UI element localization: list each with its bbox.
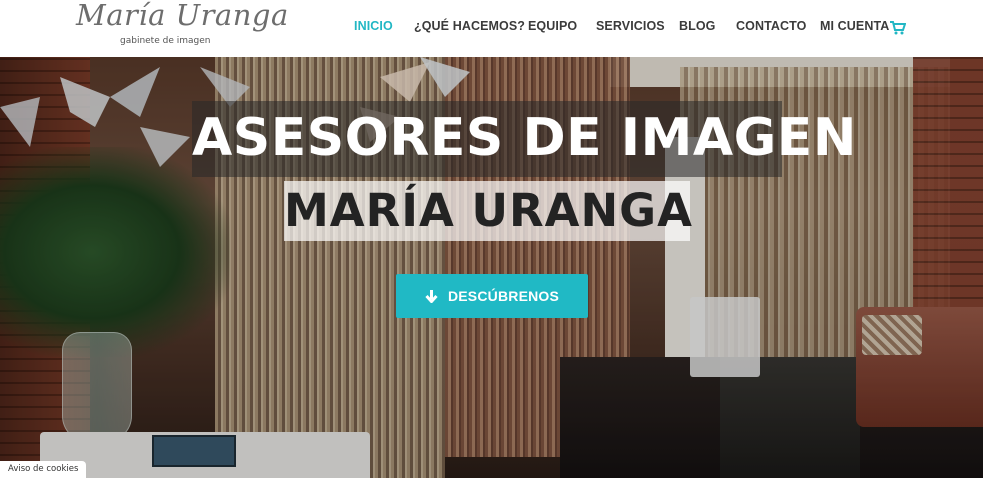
nav-item-contacto[interactable]: CONTACTO xyxy=(736,19,806,33)
nav-item-servicios[interactable]: SERVICIOS xyxy=(596,19,665,33)
nav-item-que-hacemos[interactable]: ¿QUÉ HACEMOS? xyxy=(414,19,525,33)
logo-wordmark: María Uranga xyxy=(76,0,289,32)
hero-title-line2: MARÍA URANGA xyxy=(284,184,693,237)
discover-button-label: DESCÚBRENOS xyxy=(447,288,560,304)
site-header: María Uranga gabinete de imagen INICIO ¿… xyxy=(0,0,983,57)
site-logo[interactable]: María Uranga gabinete de imagen xyxy=(76,0,288,55)
shopping-cart-icon[interactable] xyxy=(890,21,906,35)
hero-title-line1: ASESORES DE IMAGEN xyxy=(192,108,857,168)
nav-item-mi-cuenta[interactable]: MI CUENTA xyxy=(820,19,889,33)
hero-banner: ASESORES DE IMAGEN MARÍA URANGA DESCÚBRE… xyxy=(0,57,983,478)
nav-item-inicio[interactable]: INICIO xyxy=(354,19,393,33)
nav-item-equipo[interactable]: EQUIPO xyxy=(528,19,577,33)
discover-button[interactable]: DESCÚBRENOS xyxy=(396,274,588,318)
cookie-notice-link[interactable]: Aviso de cookies xyxy=(0,461,86,478)
logo-tagline: gabinete de imagen xyxy=(120,36,211,46)
nav-item-blog[interactable]: BLOG xyxy=(679,19,716,33)
arrow-down-icon xyxy=(425,290,438,303)
